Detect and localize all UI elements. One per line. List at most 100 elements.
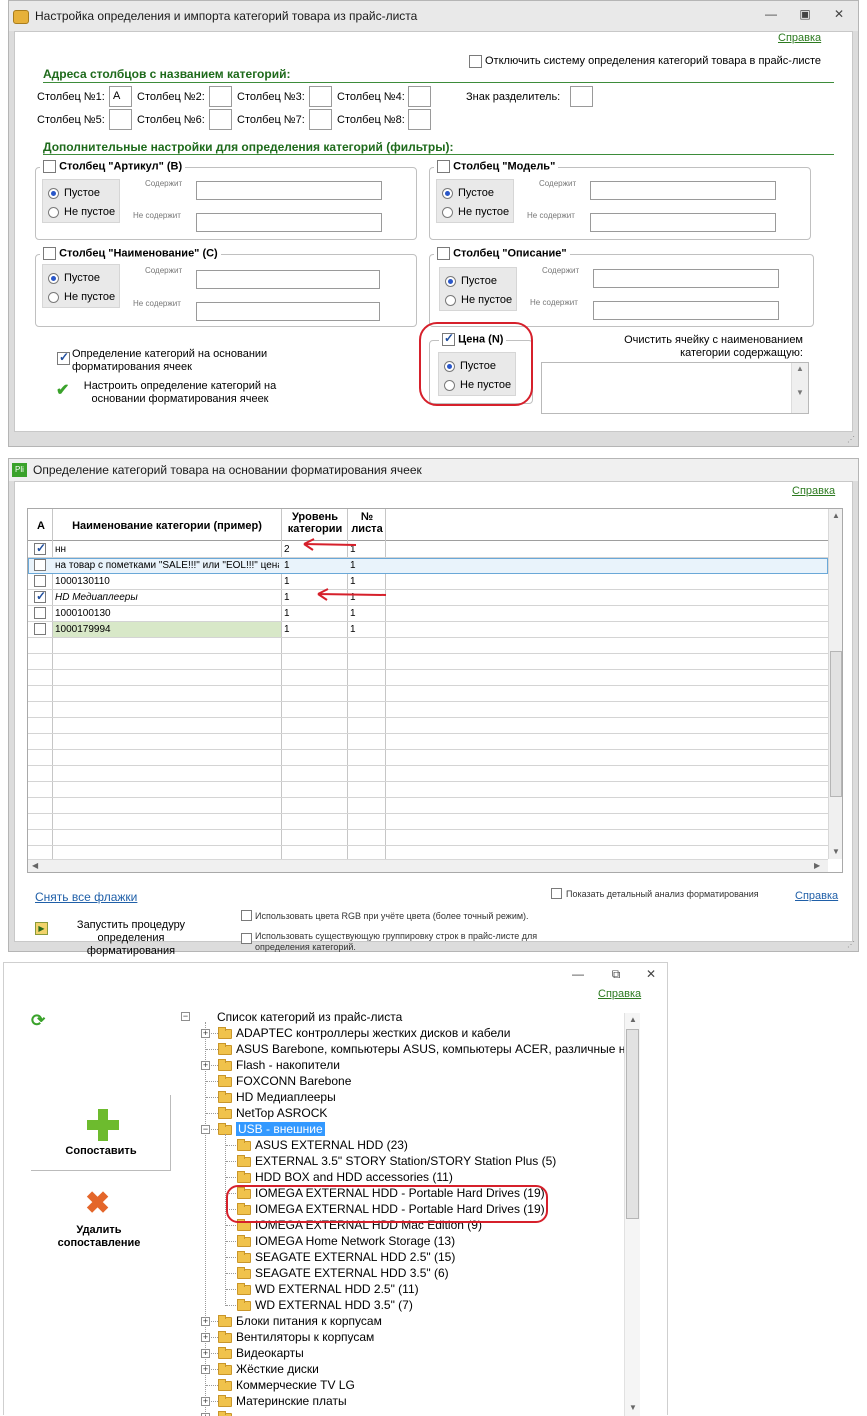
model-notcontains-field[interactable] — [590, 213, 776, 232]
row-level[interactable]: 1 — [284, 560, 344, 571]
close-icon[interactable]: ✕ — [829, 7, 849, 21]
col-level-header[interactable]: Уровень категории — [283, 511, 347, 535]
description-checkbox[interactable] — [437, 247, 450, 260]
scroll-down-icon[interactable]: ▼ — [832, 847, 840, 856]
textarea-scrollbar[interactable]: ▲ ▼ — [791, 363, 808, 413]
tree-item[interactable]: FOXCONN Barebone — [236, 1074, 351, 1088]
expand-icon[interactable]: + — [201, 1349, 210, 1358]
row-sheet[interactable]: 1 — [350, 560, 382, 571]
model-empty-radio[interactable] — [442, 188, 453, 199]
row-name[interactable]: нн — [55, 544, 279, 555]
tree-child-item[interactable]: HDD BOX and HDD accessories (11) — [255, 1170, 453, 1184]
tree-child-item[interactable]: WD EXTERNAL HDD 3.5" (7) — [255, 1298, 413, 1312]
rgb-checkbox[interactable] — [241, 910, 252, 921]
expand-icon[interactable]: + — [201, 1333, 210, 1342]
scroll-thumb[interactable] — [626, 1029, 639, 1219]
row-level[interactable]: 1 — [284, 624, 344, 635]
expand-icon[interactable]: + — [201, 1029, 210, 1038]
collapse-icon[interactable]: − — [201, 1125, 210, 1134]
row-name[interactable]: 1000100130 — [55, 608, 279, 619]
row-checkbox[interactable] — [34, 559, 46, 571]
tree-child-item[interactable]: EXTERNAL 3.5" STORY Station/STORY Statio… — [255, 1154, 556, 1168]
detail-checkbox[interactable] — [551, 888, 562, 899]
clear-flags-link[interactable]: Снять все флажки — [35, 890, 137, 904]
row-checkbox[interactable] — [34, 623, 46, 635]
row-level[interactable]: 1 — [284, 608, 344, 619]
col2-field[interactable] — [209, 86, 232, 107]
minimize-icon[interactable]: — — [761, 7, 781, 21]
scroll-right-icon[interactable]: ▶ — [814, 861, 820, 870]
scroll-up-icon[interactable]: ▲ — [832, 511, 840, 520]
tree-child-item[interactable]: ASUS EXTERNAL HDD (23) — [255, 1138, 408, 1152]
separator-field[interactable] — [570, 86, 593, 107]
model-checkbox[interactable] — [437, 160, 450, 173]
help-link-2[interactable]: Справка — [795, 890, 838, 902]
minimize-icon[interactable]: — — [568, 967, 588, 981]
col6-field[interactable] — [209, 109, 232, 130]
group-checkbox[interactable] — [241, 933, 252, 944]
scroll-left-icon[interactable]: ◀ — [32, 861, 38, 870]
grid-vscroll[interactable]: ▲ ▼ — [828, 509, 842, 859]
col-sheet-header[interactable]: № листа — [350, 511, 384, 535]
tree-item[interactable]: Flash - накопители — [236, 1058, 340, 1072]
scroll-up-icon[interactable]: ▲ — [629, 1015, 637, 1024]
expand-icon[interactable]: + — [201, 1061, 210, 1070]
expand-icon[interactable]: + — [201, 1317, 210, 1326]
row-name[interactable]: 1000179994 — [55, 624, 279, 635]
maximize-icon[interactable]: ▣ — [795, 7, 815, 21]
row-checkbox[interactable] — [34, 589, 46, 603]
tree-item[interactable]: Жёсткие диски — [236, 1362, 319, 1376]
tree-child-item[interactable]: SEAGATE EXTERNAL HDD 3.5" (6) — [255, 1266, 449, 1280]
row-name[interactable]: HD Медиаплееры — [55, 592, 279, 603]
name-notempty-radio[interactable] — [48, 292, 59, 303]
article-empty-radio[interactable] — [48, 188, 59, 199]
tree-item[interactable]: Коммерческие TV LG — [236, 1378, 355, 1392]
col-name-header[interactable]: Наименование категории (пример) — [54, 520, 280, 532]
name-contains-field[interactable] — [196, 270, 380, 289]
clear-textarea[interactable]: ▲ ▼ — [541, 362, 809, 414]
description-notcontains-field[interactable] — [593, 301, 779, 320]
row-sheet[interactable]: 1 — [350, 624, 382, 635]
scroll-thumb[interactable] — [830, 651, 842, 797]
help-link[interactable]: Справка — [792, 485, 835, 497]
resize-grip-icon[interactable]: ⋰ — [847, 940, 855, 949]
col8-field[interactable] — [408, 109, 431, 130]
article-notempty-radio[interactable] — [48, 207, 59, 218]
tree-root[interactable]: Список категорий из прайс-листа — [217, 1010, 402, 1024]
tree-item[interactable]: ADAPTEC контроллеры жестких дисков и каб… — [236, 1026, 511, 1040]
restore-icon[interactable]: ⧉ — [606, 967, 626, 982]
description-empty-radio[interactable] — [445, 276, 456, 287]
resize-grip-icon[interactable]: ⋰ — [847, 435, 855, 444]
collapse-icon[interactable]: − — [181, 1012, 190, 1021]
col-a-header[interactable]: A — [31, 520, 51, 532]
row-sheet[interactable]: 1 — [350, 608, 382, 619]
tree-item[interactable]: NetTop ASROCK — [236, 1106, 327, 1120]
name-empty-radio[interactable] — [48, 273, 59, 284]
col3-field[interactable] — [309, 86, 332, 107]
model-contains-field[interactable] — [590, 181, 776, 200]
row-name[interactable]: на товар с пометками "SALE!!!" или "EOL!… — [55, 560, 279, 571]
close-icon[interactable]: ✕ — [641, 967, 661, 981]
name-notcontains-field[interactable] — [196, 302, 380, 321]
tree-vscroll[interactable]: ▲ ▼ — [624, 1013, 640, 1416]
description-contains-field[interactable] — [593, 269, 779, 288]
col7-field[interactable] — [309, 109, 332, 130]
help-link[interactable]: Справка — [598, 988, 641, 1000]
tree-item[interactable]: Видеокарты — [236, 1346, 304, 1360]
refresh-icon[interactable]: ⟳ — [31, 1011, 45, 1031]
col1-field[interactable]: A — [109, 86, 132, 107]
article-checkbox[interactable] — [43, 160, 56, 173]
expand-icon[interactable]: + — [201, 1365, 210, 1374]
row-checkbox[interactable] — [34, 541, 46, 555]
help-link[interactable]: Справка — [778, 32, 821, 44]
row-name[interactable]: 1000130110 — [55, 576, 279, 587]
article-notcontains-field[interactable] — [196, 213, 382, 232]
name-checkbox[interactable] — [43, 247, 56, 260]
model-notempty-radio[interactable] — [442, 207, 453, 218]
delete-button[interactable]: ✖ Удалить сопоставление — [44, 1185, 154, 1255]
tree-child-item[interactable]: WD EXTERNAL HDD 2.5" (11) — [255, 1282, 419, 1296]
expand-icon[interactable]: + — [201, 1397, 210, 1406]
match-button[interactable]: Сопоставить — [31, 1095, 171, 1171]
col4-field[interactable] — [408, 86, 431, 107]
scroll-down-icon[interactable]: ▼ — [629, 1403, 637, 1412]
